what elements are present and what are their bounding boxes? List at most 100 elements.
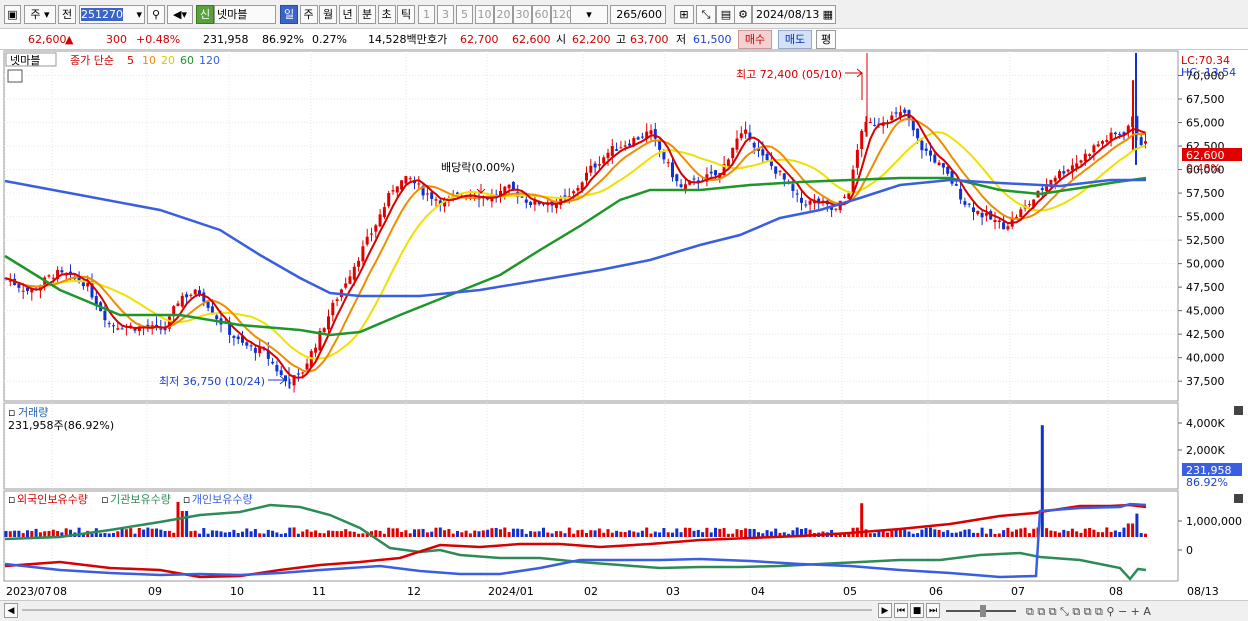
volume-bar — [683, 527, 687, 537]
search-icon[interactable]: ⚲ — [147, 5, 165, 24]
volume-bar — [180, 511, 184, 537]
volume-bar — [47, 530, 51, 537]
interval-tab-3[interactable]: 년 — [338, 5, 357, 24]
interval-tab-6[interactable]: 틱 — [397, 5, 415, 24]
interval-tab-5[interactable]: 초 — [377, 5, 396, 24]
volume-bar — [757, 532, 760, 537]
volume-bar — [959, 531, 963, 537]
date-label: 04 — [751, 585, 765, 598]
high-annotation: 최고 72,400 (05/10) — [736, 68, 842, 81]
date-label: 03 — [666, 585, 680, 598]
high-label: 고 — [616, 33, 627, 46]
volume-bar — [731, 533, 735, 537]
volume-bar — [167, 530, 171, 537]
volume-bar — [1135, 513, 1139, 537]
volume-bar — [305, 529, 309, 537]
volume-bar — [1070, 528, 1074, 537]
holdings-panel-close-icon[interactable] — [1234, 494, 1243, 503]
scroll-track[interactable] — [22, 609, 872, 611]
candle-body — [1096, 144, 1100, 147]
volume-bar — [649, 533, 653, 537]
interval-tab-1[interactable]: 주 — [299, 5, 318, 24]
candle-body — [314, 347, 318, 353]
interval-tab-2[interactable]: 월 — [319, 5, 337, 24]
tool-icons[interactable]: ⧉ ⧉ ⧉ ⤡ ⧉ ⧉ ⧉ ⚲ − + A — [1026, 604, 1151, 619]
candle-body — [937, 162, 941, 166]
evaluate-button[interactable]: 평 — [816, 30, 836, 49]
minute-option-20[interactable]: 20 — [494, 5, 513, 24]
candle-body — [903, 109, 907, 113]
volume-bar — [245, 528, 249, 537]
volume-bar — [623, 532, 627, 537]
minute-option-5[interactable]: 5 — [456, 5, 473, 24]
minute-dropdown[interactable]: ▾ — [570, 5, 608, 24]
candle-body — [107, 323, 111, 325]
volume-bar — [967, 529, 971, 537]
count-field[interactable]: 265/600 — [610, 5, 666, 24]
sound-icon[interactable]: ◀▾ — [167, 5, 193, 24]
minute-option-3[interactable]: 3 — [437, 5, 454, 24]
volume-bar — [275, 532, 279, 537]
stock-code-input[interactable]: 251270 ▾ — [79, 5, 145, 24]
volume-bar — [473, 530, 477, 537]
rewind-button[interactable]: ⏮ — [894, 603, 908, 618]
candle-body — [434, 199, 438, 201]
prev-button[interactable]: 전 — [58, 5, 76, 24]
minute-option-1[interactable]: 1 — [418, 5, 435, 24]
volume-bar — [206, 533, 210, 537]
volume-bar — [193, 530, 197, 537]
volume-title: 거래량 — [18, 406, 48, 419]
interval-tab-0[interactable]: 일 — [280, 5, 298, 24]
gear-icon[interactable]: ⚙ — [734, 5, 752, 24]
panel-menu-icon[interactable] — [7, 69, 23, 83]
scroll-left-button[interactable]: ◀ — [4, 603, 18, 618]
volume-tag-pct: 86.92% — [1186, 476, 1228, 489]
chart-scrollbar[interactable]: ◀ ▶ ⏮ ■ ⏭ ⧉ ⧉ ⧉ ⤡ ⧉ ⧉ ⧉ ⚲ − + A — [0, 600, 1248, 621]
zoom-slider-thumb[interactable] — [980, 605, 986, 617]
candle-body — [1139, 137, 1143, 145]
scroll-right-button[interactable]: ▶ — [878, 603, 892, 618]
candle-body — [997, 220, 1001, 223]
holdings-legend-marker: ▫ — [8, 493, 15, 506]
volume-bar — [395, 528, 399, 537]
volume-bar — [146, 527, 150, 537]
save-icon[interactable]: ▤ — [716, 5, 736, 24]
buy-button[interactable]: 매수 — [738, 30, 772, 49]
volume-bar — [972, 532, 975, 537]
volume-bar — [946, 530, 950, 537]
volume-bar — [606, 529, 610, 537]
holdings-legend: ▫ 외국인보유수량 ▫ 기관보유수량 ▫ 개인보유수량 — [8, 493, 253, 506]
stop-button[interactable]: ■ — [910, 603, 924, 618]
low-label: 저 — [676, 33, 687, 46]
candle-body — [365, 236, 369, 245]
crosshair-icon[interactable]: ⊞ — [674, 5, 694, 24]
interval-tab-4[interactable]: 분 — [358, 5, 376, 24]
volume-bar — [90, 533, 94, 537]
draw-tool-icon[interactable]: ⤡ — [696, 5, 716, 24]
stock-name-field[interactable]: 넷마블 — [214, 5, 276, 24]
volume-value-text: 231,958주(86.92%) — [8, 419, 114, 432]
play-button[interactable]: ⏭ — [926, 603, 940, 618]
candle-body — [331, 302, 335, 316]
price-tick-label: 50,000 — [1186, 258, 1225, 271]
volume-bar — [262, 533, 266, 537]
volume-bar — [215, 530, 219, 537]
minute-option-10[interactable]: 10 — [475, 5, 494, 24]
stock-chart[interactable]: 70,00067,50065,00062,50060,00057,50055,0… — [0, 50, 1248, 600]
period-type-select[interactable]: 주 ▾ — [24, 5, 56, 24]
minute-option-30[interactable]: 30 — [513, 5, 532, 24]
volume-bar — [142, 529, 146, 537]
volume-bar — [301, 531, 305, 537]
candle-body — [662, 151, 666, 160]
volume-panel-close-icon[interactable] — [1234, 406, 1243, 415]
candle-body — [60, 270, 64, 273]
date-label: 10 — [230, 585, 244, 598]
minute-option-60[interactable]: 60 — [532, 5, 551, 24]
volume-bar — [253, 528, 257, 537]
holdings-legend-1: 기관보유수량 — [110, 493, 171, 506]
candle-body — [649, 130, 653, 135]
date-input[interactable]: 2024/08/13 ▦ — [752, 5, 836, 24]
volume-bar — [1131, 523, 1135, 537]
chart-menu-icon[interactable]: ▣ — [4, 5, 21, 24]
sell-button[interactable]: 매도 — [778, 30, 812, 49]
